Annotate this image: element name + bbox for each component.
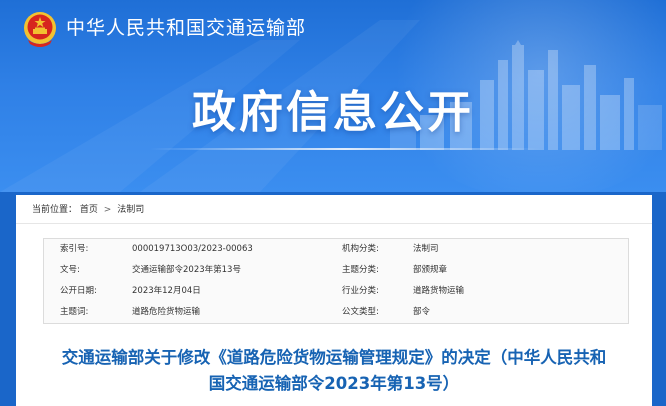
metadata-value: 道路货物运输 — [413, 286, 465, 296]
metadata-label: 行业分类: — [342, 286, 379, 296]
breadcrumb-prefix: 当前位置： — [32, 205, 78, 215]
document-title: 交通运输部关于修改《道路危险货物运输管理规定》的决定（中华人民共和 国交通运输部… — [16, 345, 652, 397]
content-panel: 当前位置： 首页 > 法制司 索引号: 000019713O03/2023-00… — [16, 195, 652, 406]
document-title-line-1: 交通运输部关于修改《道路危险货物运输管理规定》的决定（中华人民共和 — [61, 348, 607, 367]
page-hero-title: 政府信息公开 — [192, 87, 474, 138]
metadata-label: 机构分类: — [342, 244, 379, 254]
hero-title-underline — [150, 148, 540, 150]
national-emblem-icon — [24, 12, 56, 47]
metadata-label: 文号: — [60, 265, 80, 275]
metadata-label: 主题分类: — [342, 265, 379, 275]
metadata-row-publish-date: 公开日期: 2023年12月04日 行业分类: 道路货物运输 — [44, 281, 628, 302]
metadata-value: 部令 — [413, 307, 431, 317]
metadata-label: 主题词: — [60, 307, 89, 317]
metadata-label: 公文类型: — [342, 307, 379, 317]
breadcrumb-link-legal-dept[interactable]: 法制司 — [117, 205, 144, 215]
metadata-row-doc-number: 文号: 交通运输部令2023年第13号 主题分类: 部颁规章 — [44, 260, 628, 281]
metadata-row-keywords: 主题词: 道路危险货物运输 公文类型: 部令 — [44, 302, 628, 323]
header-banner: 中华人民共和国交通运输部 政府信息公开 — [0, 0, 666, 192]
breadcrumb-separator: > — [103, 205, 112, 215]
metadata-value: 000019713O03/2023-00063 — [132, 244, 253, 254]
metadata-label: 索引号: — [60, 244, 89, 254]
metadata-value: 交通运输部令2023年第13号 — [132, 265, 241, 275]
metadata-label: 公开日期: — [60, 286, 97, 296]
metadata-row-index: 索引号: 000019713O03/2023-00063 机构分类: 法制司 — [44, 239, 628, 260]
metadata-value: 部颁规章 — [413, 265, 448, 275]
metadata-value: 道路危险货物运输 — [132, 307, 201, 317]
ministry-name[interactable]: 中华人民共和国交通运输部 — [66, 14, 306, 42]
metadata-value: 法制司 — [413, 244, 439, 254]
breadcrumb-divider — [16, 223, 652, 224]
metadata-value: 2023年12月04日 — [132, 286, 201, 296]
document-title-line-2: 国交通运输部令2023年第13号） — [208, 374, 460, 393]
breadcrumb-link-home[interactable]: 首页 — [80, 205, 98, 215]
document-metadata-table: 索引号: 000019713O03/2023-00063 机构分类: 法制司 文… — [43, 238, 629, 324]
breadcrumb: 当前位置： 首页 > 法制司 — [32, 203, 144, 217]
